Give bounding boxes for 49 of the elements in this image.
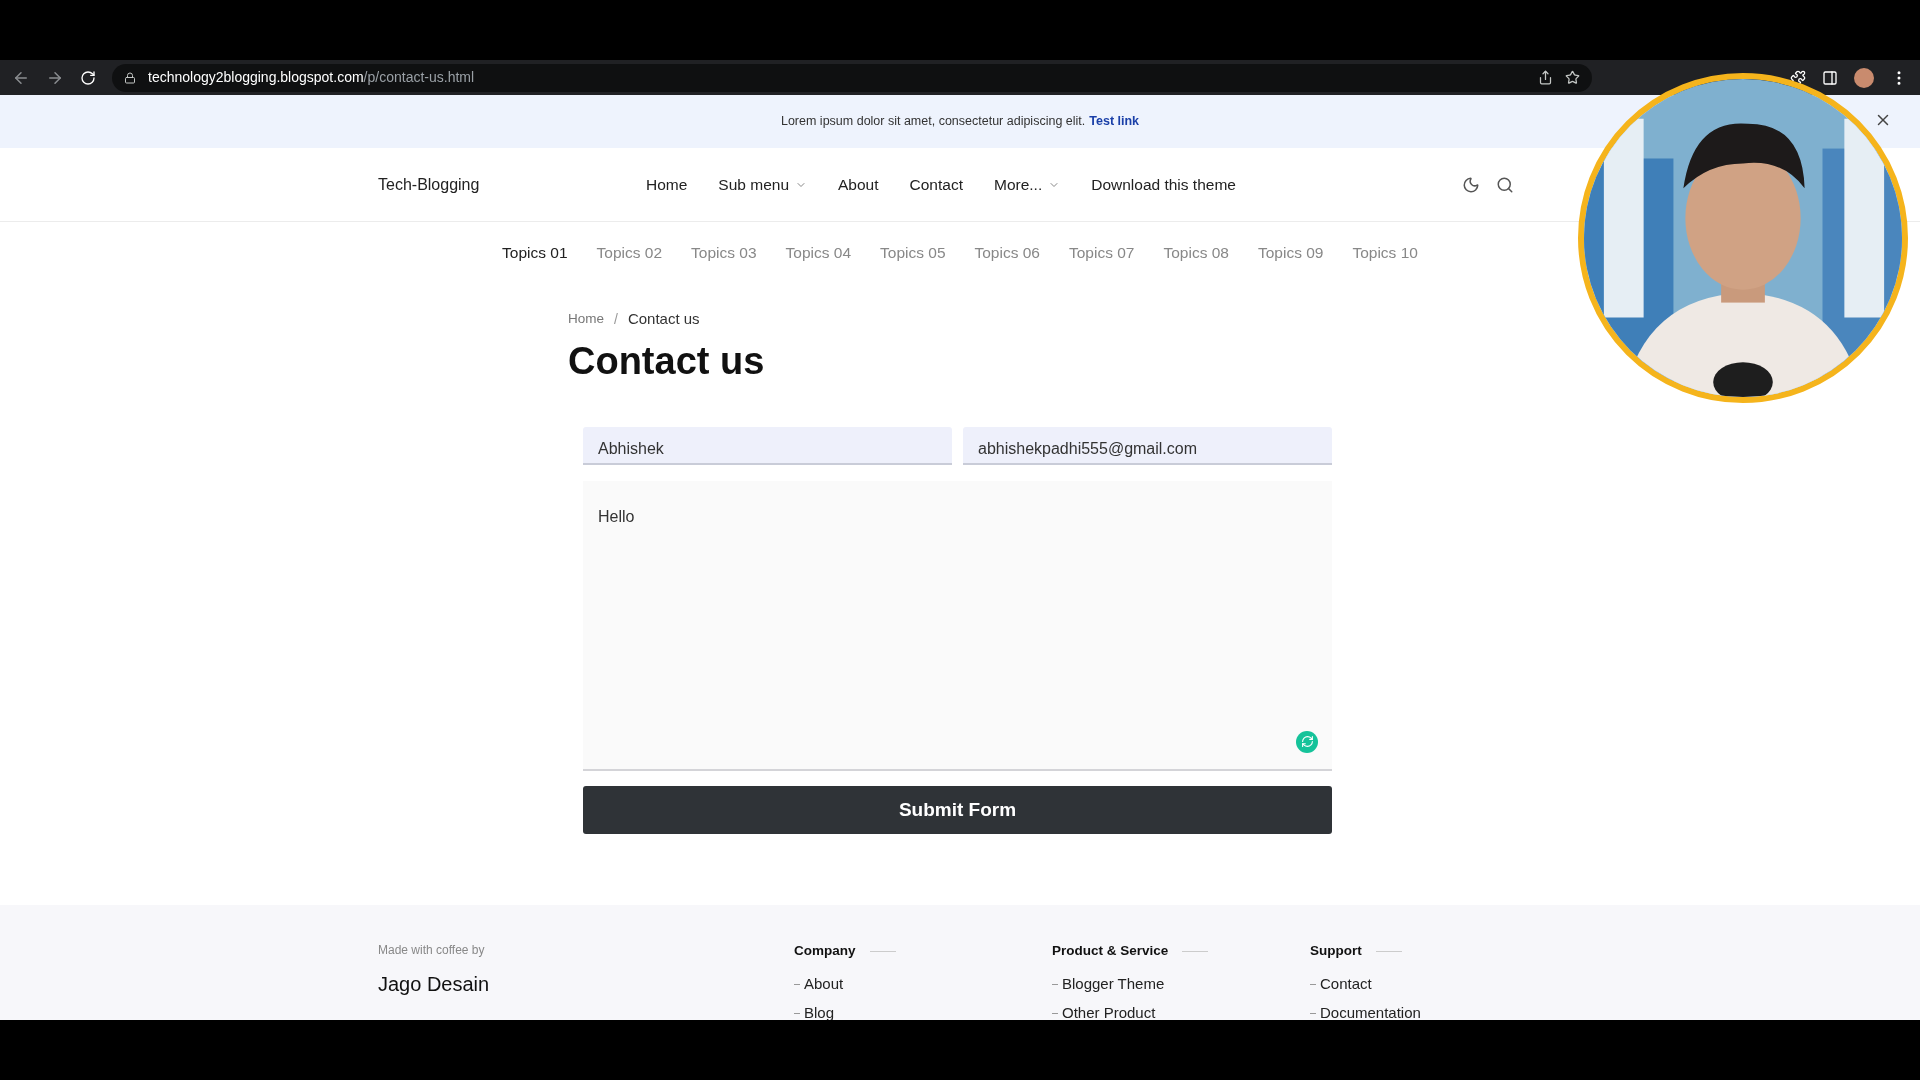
announcement-text: Lorem ipsum dolor sit amet, consectetur adipiscing elit. <box>780 113 1086 131</box>
footer-link[interactable]: About <box>804 973 844 996</box>
topic-link[interactable]: Topics 05 <box>880 241 946 265</box>
topic-link[interactable]: Topics 02 <box>596 241 663 265</box>
topic-link[interactable]: Topics 06 <box>974 241 1040 265</box>
nav-link[interactable]: Download this theme <box>1091 172 1236 197</box>
breadcrumb-link[interactable]: Home <box>568 309 604 330</box>
footer-heading: Company <box>794 942 856 960</box>
nav-link[interactable]: Contact <box>909 172 963 197</box>
page-title: Contact us <box>568 338 766 384</box>
url-text: technology2blogging.blogspot.com/p/contact-us.html <box>148 68 475 87</box>
nav-link[interactable]: About <box>838 172 879 197</box>
reload-icon[interactable] <box>80 69 96 86</box>
footer-link[interactable]: Blogger Theme <box>1062 973 1165 996</box>
message-field[interactable]: Hello <box>583 480 1332 771</box>
footer-link[interactable]: Contact <box>1320 973 1372 996</box>
email-field[interactable]: abhishekpadhi555@gmail.com <box>963 426 1332 465</box>
name-field[interactable]: Abhishek <box>583 426 952 465</box>
nav-link[interactable]: Sub menu <box>718 172 808 197</box>
topic-link[interactable]: Topics 09 <box>1257 241 1324 265</box>
breadcrumb-current: Contact us <box>627 309 700 330</box>
footer-link[interactable]: Blog <box>804 1001 835 1025</box>
nav-link[interactable]: Home <box>646 172 688 197</box>
footer-link[interactable]: Documentation <box>1320 1001 1421 1025</box>
topic-link[interactable]: Topics 03 <box>691 241 757 265</box>
address-bar[interactable]: technology2blogging.blogspot.com/p/contact-us.html <box>112 63 1592 92</box>
topic-link[interactable]: Topics 08 <box>1163 241 1229 265</box>
nav-link[interactable]: More... <box>993 172 1061 197</box>
site-logo[interactable]: Tech-Blogging <box>378 172 646 197</box>
test-link[interactable]: Test link <box>1089 112 1140 131</box>
topic-link[interactable]: Topics 07 <box>1069 241 1135 265</box>
footer-link[interactable]: Other Product <box>1062 1001 1156 1025</box>
search-icon[interactable] <box>1496 175 1514 194</box>
topic-link[interactable]: Topics 04 <box>785 241 851 265</box>
share-icon[interactable] <box>1538 70 1553 85</box>
topic-link[interactable]: Topics 01 <box>502 241 568 265</box>
submit-button[interactable]: Submit Form <box>583 785 1332 834</box>
footer-brand: Jago Desain <box>378 972 491 997</box>
breadcrumb-separator: / <box>614 310 618 329</box>
profile-avatar[interactable] <box>1854 67 1874 88</box>
star-icon[interactable] <box>1565 70 1580 85</box>
topic-link[interactable]: Topics 10 <box>1352 241 1418 265</box>
lock-icon <box>124 71 136 84</box>
dark-mode-icon[interactable] <box>1462 175 1480 194</box>
extensions-icon[interactable] <box>1790 69 1806 86</box>
footer-heading: Support <box>1310 942 1362 960</box>
side-panel-icon[interactable] <box>1822 69 1838 86</box>
footer-heading: Product & Service <box>1052 942 1169 960</box>
credit-text: Made with coffee by <box>378 942 486 959</box>
